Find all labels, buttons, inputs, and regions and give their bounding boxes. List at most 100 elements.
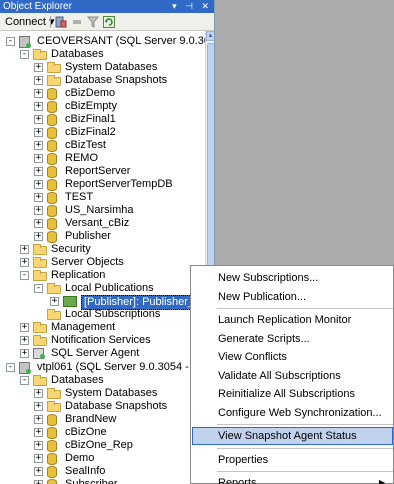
tree-node[interactable]: + Security bbox=[0, 243, 205, 256]
tree-node-label[interactable]: Database Snapshots bbox=[65, 400, 167, 413]
expand-icon[interactable]: + bbox=[34, 414, 43, 424]
tree-node-label[interactable]: Local Publications bbox=[65, 282, 154, 295]
tree-node[interactable]: - Databases bbox=[0, 48, 205, 61]
expand-icon[interactable]: + bbox=[34, 89, 43, 99]
tree-node[interactable]: + Demo bbox=[0, 452, 205, 465]
menu-item-validate-all-subscriptions[interactable]: Validate All Subscriptions bbox=[192, 367, 393, 385]
tree-node-label[interactable]: SQL Server Agent bbox=[51, 347, 139, 360]
tree-node-label[interactable]: cBizFinal2 bbox=[65, 126, 116, 139]
tree-node-label[interactable]: Management bbox=[51, 321, 115, 334]
tree-node-label[interactable]: Versant_cBiz bbox=[65, 217, 129, 230]
menu-item-new-subscriptions[interactable]: New Subscriptions... bbox=[192, 269, 393, 287]
expand-icon[interactable]: + bbox=[34, 193, 43, 203]
tree-node-label[interactable]: BrandNew bbox=[65, 413, 116, 426]
tree-node[interactable]: + Publisher bbox=[0, 230, 205, 244]
tree-node[interactable]: - CEOVERSANT (SQL Server 9.0.3042 - VERS bbox=[0, 35, 214, 48]
tree-node-label[interactable]: TEST bbox=[65, 191, 93, 204]
expand-icon[interactable]: + bbox=[34, 167, 43, 177]
tree-node-label[interactable]: vtpl061 (SQL Server 9.0.3054 - sa) bbox=[37, 361, 207, 374]
tree-node-label[interactable]: US_Narsimha bbox=[65, 204, 133, 217]
tree-node-label[interactable]: cBizOne_Rep bbox=[65, 439, 133, 452]
tree-node-label[interactable]: System Databases bbox=[65, 61, 157, 74]
tree-node[interactable]: + BrandNew bbox=[0, 413, 205, 426]
collapse-icon[interactable]: - bbox=[34, 284, 43, 294]
tree-node[interactable]: + [Publisher]: Publisher_Name bbox=[0, 295, 214, 311]
tree-node-label[interactable]: Replication bbox=[51, 269, 105, 282]
menu-item-launch-replication-monitor[interactable]: Launch Replication Monitor bbox=[192, 311, 393, 329]
tree-node[interactable]: + cBizOne bbox=[0, 426, 205, 439]
collapse-icon[interactable]: - bbox=[6, 362, 15, 372]
tree-node[interactable]: + cBizEmpty bbox=[0, 100, 205, 114]
expand-icon[interactable]: + bbox=[34, 180, 43, 190]
tree-node-label[interactable]: Notification Services bbox=[51, 334, 151, 347]
expand-icon[interactable]: + bbox=[20, 349, 29, 359]
menu-item-properties[interactable]: Properties bbox=[192, 451, 393, 469]
tree-node[interactable]: - Local Publications bbox=[0, 282, 205, 295]
expand-icon[interactable]: + bbox=[34, 453, 43, 463]
menu-item-new-publication[interactable]: New Publication... bbox=[192, 288, 393, 306]
tree-node-label[interactable]: Local Subscriptions bbox=[65, 308, 160, 321]
tree-node-label[interactable]: Databases bbox=[51, 48, 104, 61]
expand-icon[interactable]: + bbox=[34, 76, 43, 86]
tree-node-label[interactable]: Databases bbox=[51, 374, 104, 387]
expand-icon[interactable]: + bbox=[34, 115, 43, 125]
expand-icon[interactable]: + bbox=[34, 141, 43, 151]
tree-node[interactable]: + Subscriber bbox=[0, 478, 205, 484]
expand-icon[interactable]: + bbox=[20, 258, 29, 268]
tree-node[interactable]: + ReportServerTempDB bbox=[0, 178, 205, 192]
tree-node-label[interactable]: Subscriber bbox=[65, 478, 118, 484]
tree-node[interactable]: + Notification Services bbox=[0, 334, 205, 347]
tree-node-label[interactable]: cBizOne bbox=[65, 426, 107, 439]
tree-node[interactable]: + cBizTest bbox=[0, 139, 205, 153]
collapse-icon[interactable]: - bbox=[20, 271, 29, 281]
tree-node[interactable]: + System Databases bbox=[0, 387, 205, 400]
tree-node[interactable]: - Databases bbox=[0, 374, 205, 387]
register-server-icon[interactable] bbox=[55, 16, 67, 28]
tree-node[interactable]: Local Subscriptions bbox=[0, 308, 205, 321]
expand-icon[interactable]: + bbox=[34, 401, 43, 411]
menu-item-reports[interactable]: Reports ▶ bbox=[192, 474, 393, 484]
scroll-up-arrow-icon[interactable]: ▲ bbox=[206, 31, 214, 41]
tree-node-label[interactable]: cBizDemo bbox=[65, 87, 115, 100]
expand-icon[interactable]: + bbox=[34, 128, 43, 138]
tree-node[interactable]: + Database Snapshots bbox=[0, 74, 205, 87]
expand-icon[interactable]: + bbox=[34, 102, 43, 112]
tree-node[interactable]: + cBizFinal2 bbox=[0, 126, 205, 140]
tree-node[interactable]: - vtpl061 (SQL Server 9.0.3054 - sa) bbox=[0, 361, 207, 374]
tree-node-label[interactable]: System Databases bbox=[65, 387, 157, 400]
tree-node[interactable]: + Versant_cBiz bbox=[0, 217, 205, 231]
tree-node[interactable]: + cBizFinal1 bbox=[0, 113, 205, 127]
expand-icon[interactable]: + bbox=[34, 479, 43, 484]
tree-node-label[interactable]: cBizEmpty bbox=[65, 100, 117, 113]
tree-node-label[interactable]: Demo bbox=[65, 452, 94, 465]
menu-item-configure-web-synchronization[interactable]: Configure Web Synchronization... bbox=[192, 404, 393, 422]
menu-item-view-conflicts[interactable]: View Conflicts bbox=[192, 348, 393, 366]
tree-node-label[interactable]: CEOVERSANT (SQL Server 9.0.3042 - VERS bbox=[37, 35, 214, 48]
expand-icon[interactable]: + bbox=[34, 427, 43, 437]
expand-icon[interactable]: + bbox=[34, 206, 43, 216]
panel-window-controls[interactable]: ▾ ⊣ ✕ bbox=[172, 0, 212, 13]
tree-node-label[interactable]: ReportServerTempDB bbox=[65, 178, 173, 191]
expand-icon[interactable]: + bbox=[34, 388, 43, 398]
expand-icon[interactable]: + bbox=[34, 219, 43, 229]
tree-node[interactable]: + SealInfo bbox=[0, 465, 205, 478]
expand-icon[interactable]: + bbox=[20, 245, 29, 255]
tree-node[interactable]: + Database Snapshots bbox=[0, 400, 205, 413]
tree-node[interactable]: + SQL Server Agent bbox=[0, 347, 205, 360]
stop-icon[interactable] bbox=[71, 16, 83, 28]
tree-node-label[interactable]: REMO bbox=[65, 152, 98, 165]
tree-node[interactable]: + cBizOne_Rep bbox=[0, 439, 205, 452]
expand-icon[interactable]: + bbox=[34, 440, 43, 450]
tree-node[interactable]: + US_Narsimha bbox=[0, 204, 205, 218]
refresh-icon[interactable] bbox=[103, 16, 115, 28]
tree-node-label[interactable]: Security bbox=[51, 243, 91, 256]
expand-icon[interactable]: + bbox=[34, 466, 43, 476]
tree-node[interactable]: + ReportServer bbox=[0, 165, 205, 179]
tree-node[interactable]: + Server Objects bbox=[0, 256, 205, 269]
tree-node-label[interactable]: SealInfo bbox=[65, 465, 105, 478]
tree-node-label[interactable]: cBizFinal1 bbox=[65, 113, 116, 126]
menu-item-generate-scripts[interactable]: Generate Scripts... bbox=[192, 330, 393, 348]
expand-icon[interactable]: + bbox=[50, 297, 59, 307]
expand-icon[interactable]: + bbox=[20, 323, 29, 333]
tree-node[interactable]: + REMO bbox=[0, 152, 205, 166]
